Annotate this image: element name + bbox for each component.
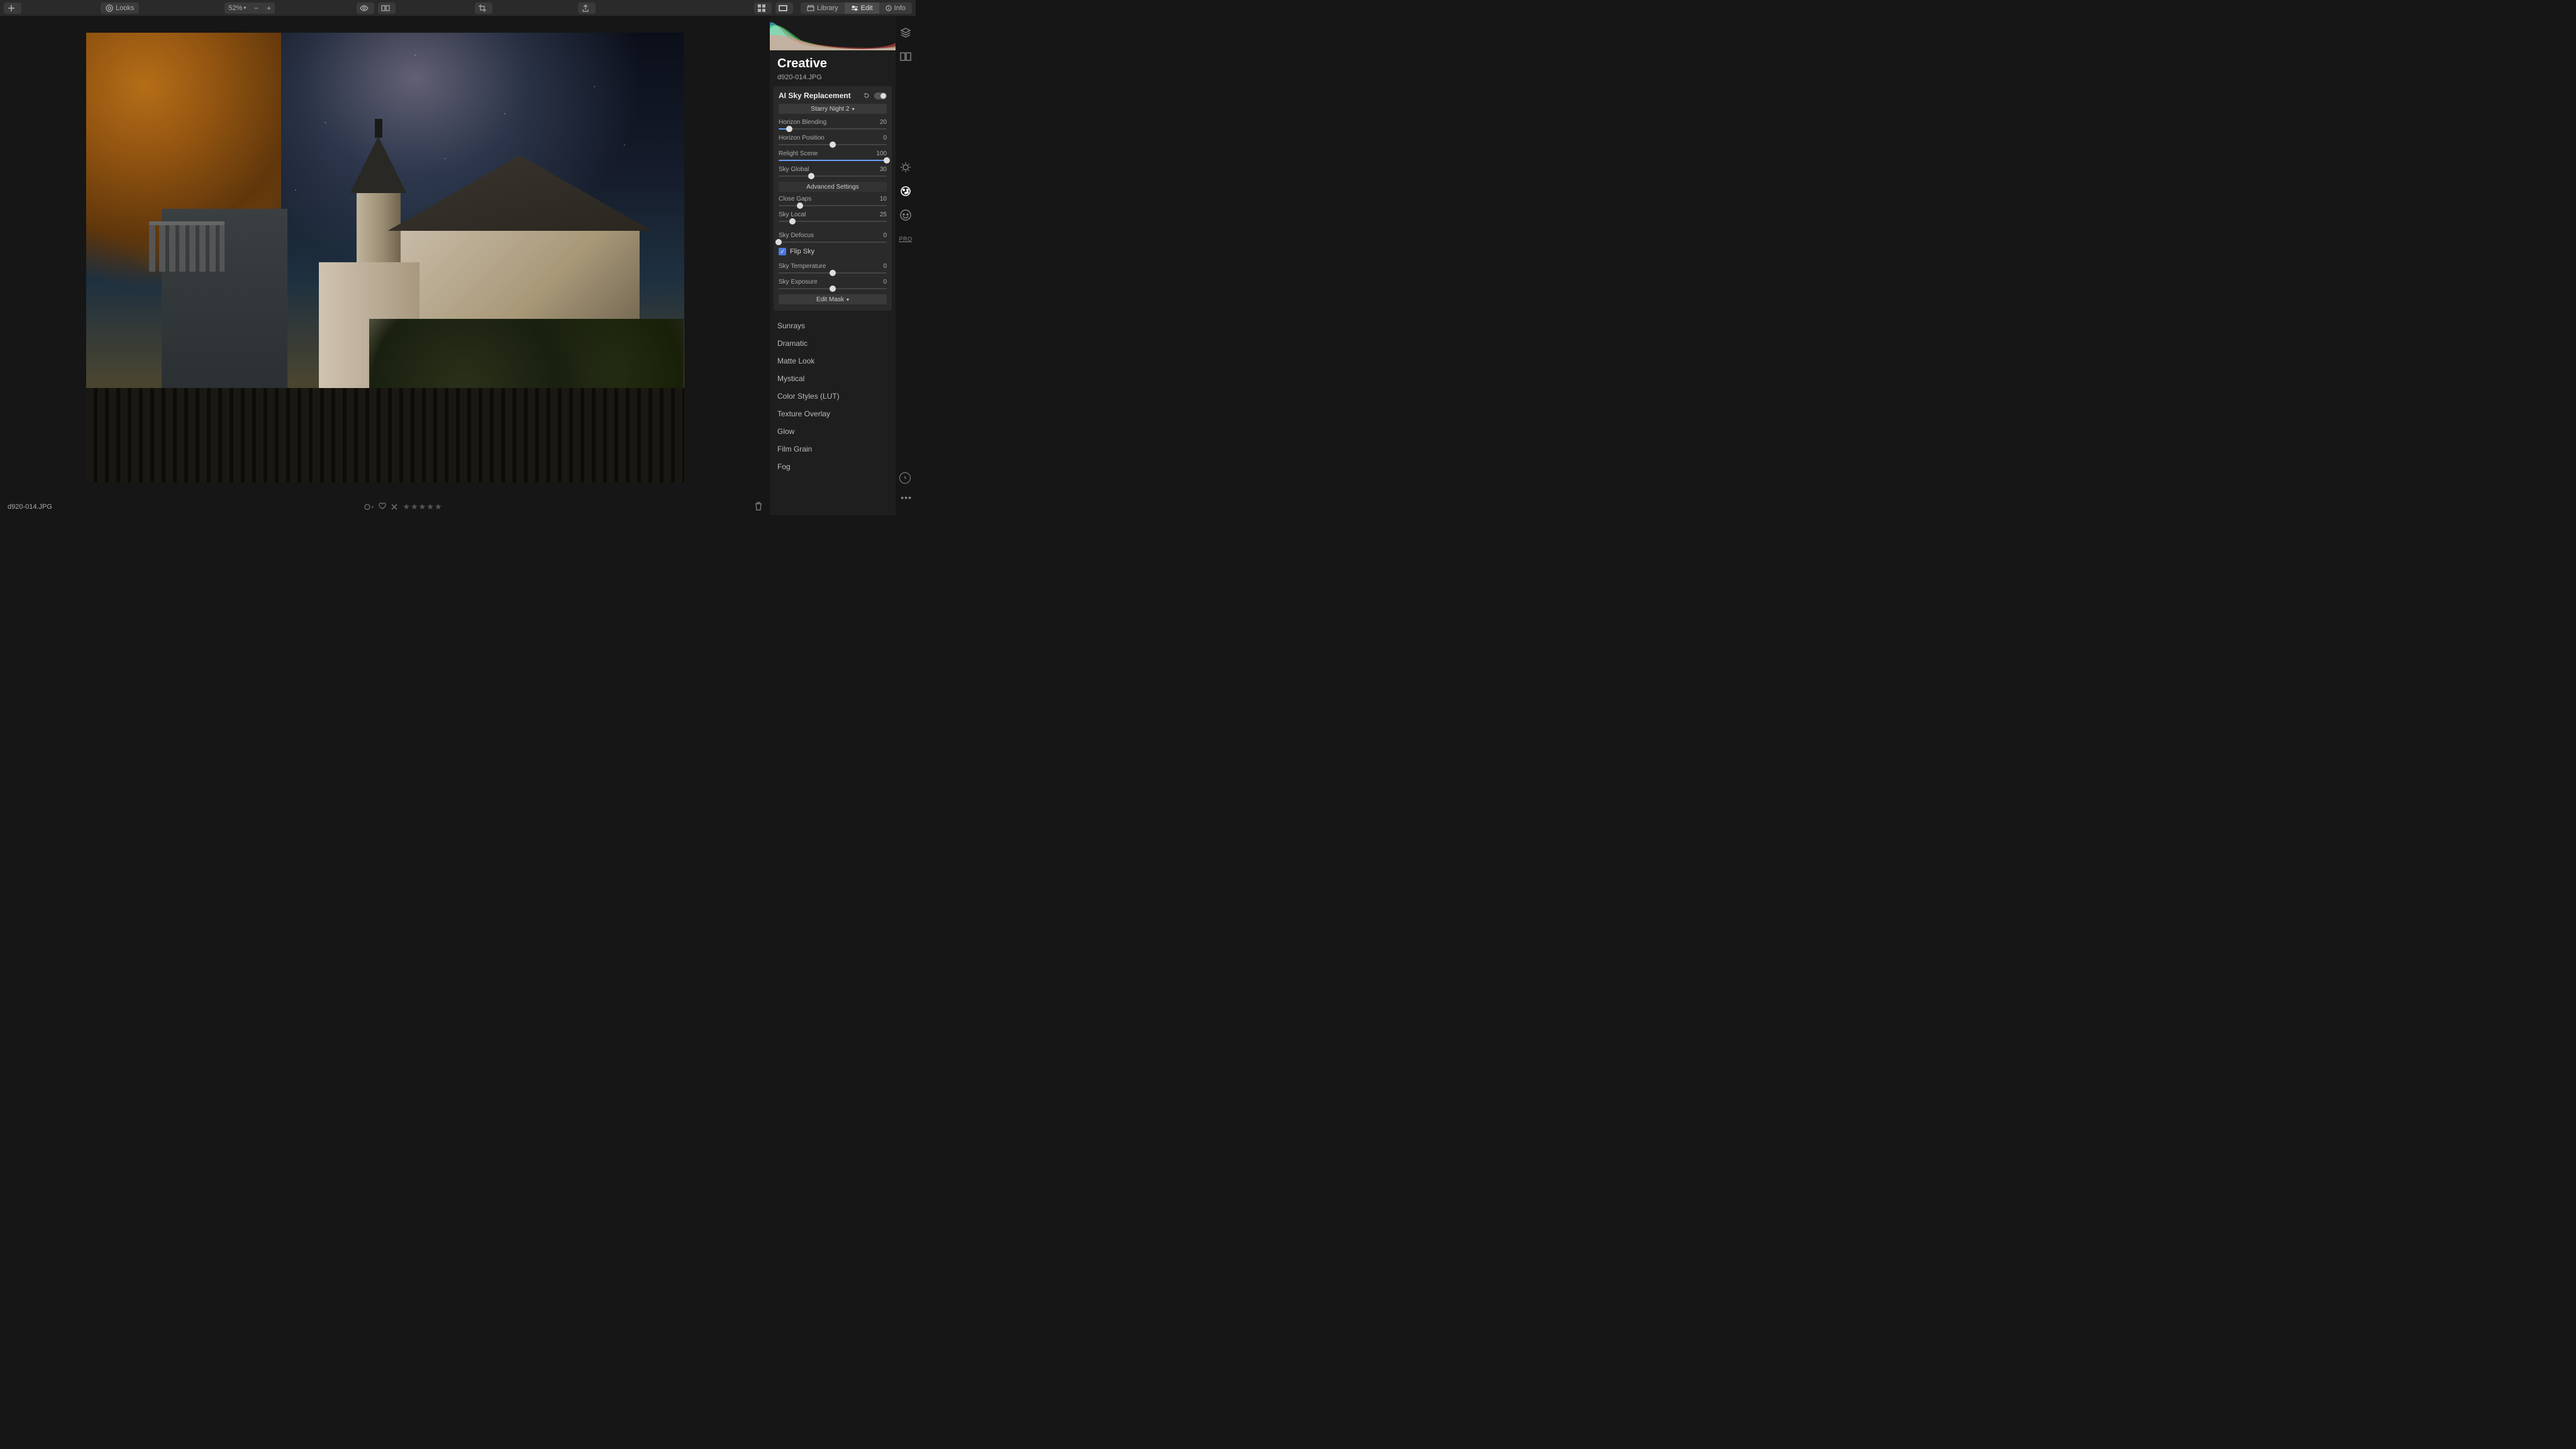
essentials-category-icon[interactable]	[899, 161, 912, 174]
single-icon	[779, 5, 787, 11]
color-tag-button[interactable]: ▾	[364, 504, 374, 510]
edit-mask-dropdown[interactable]: Edit Mask	[779, 294, 887, 304]
tool-item-matte-look[interactable]: Matte Look	[777, 352, 888, 370]
preview-toggle-button[interactable]	[357, 3, 374, 14]
portrait-category-icon[interactable]	[899, 209, 912, 221]
tool-item-fog[interactable]: Fog	[777, 458, 888, 475]
grid-icon	[758, 4, 765, 12]
slider-relight-scene[interactable]: Relight Scene100	[779, 150, 887, 161]
more-options-icon[interactable]: •••	[901, 492, 912, 502]
mode-tabs: Library Edit Info	[801, 3, 912, 14]
photo-preview[interactable]	[86, 33, 684, 482]
share-icon	[582, 4, 589, 12]
histogram[interactable]	[770, 16, 896, 50]
footer-filename: d920-014.JPG	[8, 503, 52, 511]
pro-category-icon[interactable]: PRO	[899, 233, 912, 245]
slider-sky-global[interactable]: Sky Global30	[779, 166, 887, 177]
canvas-icon[interactable]	[899, 50, 912, 63]
looks-icon	[106, 4, 113, 12]
looks-label: Looks	[116, 4, 134, 12]
tab-library-label: Library	[817, 4, 838, 12]
history-icon[interactable]	[899, 472, 911, 484]
tab-edit[interactable]: Edit	[845, 3, 879, 14]
canvas-area	[0, 16, 770, 499]
slider-horizon-position[interactable]: Horizon Position0	[779, 135, 887, 145]
tab-edit-label: Edit	[861, 4, 873, 12]
tool-item-glow[interactable]: Glow	[777, 423, 888, 440]
layers-icon[interactable]	[899, 26, 912, 39]
sky-preset-dropdown[interactable]: Starry Night 2	[779, 104, 887, 114]
slider-close-gaps[interactable]: Close Gaps10	[779, 196, 887, 206]
top-toolbar: Looks 52%▾ − + Library	[0, 0, 916, 16]
tool-item-sunrays[interactable]: Sunrays	[777, 317, 888, 335]
tab-info[interactable]: Info	[879, 3, 912, 14]
single-view-button[interactable]	[775, 3, 793, 14]
reject-button[interactable]	[391, 502, 397, 512]
category-icons: PRO	[896, 16, 916, 515]
flip-sky-label: Flip Sky	[790, 248, 814, 255]
tab-info-label: Info	[894, 4, 906, 12]
zoom-out-button[interactable]: −	[250, 4, 262, 13]
favorite-button[interactable]	[379, 502, 386, 512]
add-button[interactable]	[4, 3, 21, 14]
slider-sky-defocus[interactable]: Sky Defocus0	[779, 232, 887, 243]
creative-category-icon[interactable]	[899, 185, 912, 197]
library-icon	[807, 5, 814, 11]
info-icon	[886, 5, 892, 11]
compare-icon	[381, 5, 390, 11]
slider-sky-local[interactable]: Sky Local25	[779, 211, 887, 222]
looks-button[interactable]: Looks	[101, 3, 139, 14]
tab-library[interactable]: Library	[801, 3, 845, 14]
tool-item-mystical[interactable]: Mystical	[777, 370, 888, 387]
advanced-settings-header[interactable]: Advanced Settings	[779, 182, 887, 192]
slider-sky-exposure[interactable]: Sky Exposure0	[779, 279, 887, 289]
edit-panel: Creative d920-014.JPG AI Sky Replacement…	[770, 16, 916, 515]
tool-item-dramatic[interactable]: Dramatic	[777, 335, 888, 352]
flip-sky-checkbox-row[interactable]: ✓ Flip Sky	[779, 248, 887, 255]
eye-icon	[360, 5, 369, 11]
creative-tools-list: Sunrays Dramatic Matte Look Mystical Col…	[770, 314, 896, 478]
sliders-icon	[851, 5, 858, 11]
star-rating[interactable]: ★★★★★	[402, 502, 442, 512]
crop-button[interactable]	[475, 3, 492, 14]
compare-button[interactable]	[378, 3, 396, 14]
tool-enable-toggle[interactable]	[874, 92, 887, 99]
tool-title: AI Sky Replacement	[779, 91, 851, 100]
tool-item-film-grain[interactable]: Film Grain	[777, 440, 888, 458]
slider-sky-temperature[interactable]: Sky Temperature0	[779, 263, 887, 274]
reset-icon[interactable]	[863, 92, 870, 99]
slider-horizon-blending[interactable]: Horizon Blending20	[779, 119, 887, 130]
panel-filename: d920-014.JPG	[770, 74, 896, 86]
ai-sky-replacement-section: AI Sky Replacement Starry Night 2 Horizo…	[774, 86, 892, 311]
zoom-control: 52%▾ − +	[225, 3, 275, 14]
zoom-dropdown[interactable]: 52%▾	[225, 4, 250, 12]
crop-icon	[479, 4, 486, 12]
trash-button[interactable]	[755, 502, 762, 513]
panel-title: Creative	[770, 50, 896, 74]
tool-item-texture-overlay[interactable]: Texture Overlay	[777, 405, 888, 423]
footer-bar: d920-014.JPG ▾ ★★★★★	[0, 499, 770, 515]
flip-sky-checkbox[interactable]: ✓	[779, 248, 786, 255]
export-button[interactable]	[578, 3, 596, 14]
grid-view-button[interactable]	[754, 3, 772, 14]
tool-item-color-styles-lut[interactable]: Color Styles (LUT)	[777, 387, 888, 405]
zoom-in-button[interactable]: +	[262, 4, 275, 13]
